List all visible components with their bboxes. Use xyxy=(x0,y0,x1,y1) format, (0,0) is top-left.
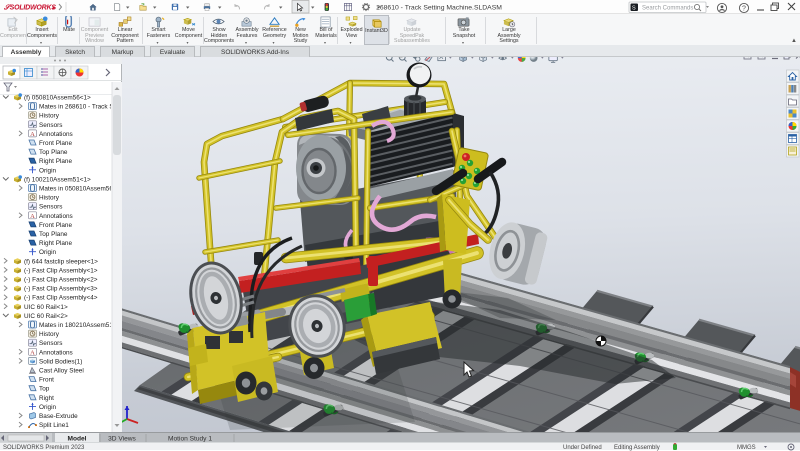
svg-text:UIC 60 Rail<2>: UIC 60 Rail<2> xyxy=(24,313,68,320)
svg-text:Top: Top xyxy=(39,386,50,393)
svg-text:Front Plane: Front Plane xyxy=(39,222,72,229)
svg-text:Mates in 180210Assem51: Mates in 180210Assem51 xyxy=(39,322,113,329)
svg-text:History: History xyxy=(39,195,60,202)
svg-text:268610 - Track Setting Machine: 268610 - Track Setting Machine.SLDASM xyxy=(376,5,502,12)
svg-text:Solid Bodies(1): Solid Bodies(1) xyxy=(39,358,82,365)
svg-text:Base-Extrude: Base-Extrude xyxy=(39,413,78,420)
svg-text:Mates in 268610 - Track Settin: Mates in 268610 - Track Setting Ma xyxy=(39,104,122,111)
svg-text:Origin: Origin xyxy=(39,404,56,411)
svg-text:𝒮 SOLIDWORKS: 𝒮 SOLIDWORKS xyxy=(3,4,56,12)
svg-text:Annotations: Annotations xyxy=(39,131,73,138)
svg-text:Search Commands: Search Commands xyxy=(642,5,693,11)
svg-text:⏵: ⏵ xyxy=(52,5,55,12)
svg-text:A: A xyxy=(30,349,35,356)
svg-text:Right Plane: Right Plane xyxy=(39,158,72,165)
svg-text:Origin: Origin xyxy=(39,249,56,256)
svg-text:(-) Fast Clip Assembly<4>: (-) Fast Clip Assembly<4> xyxy=(24,295,98,302)
svg-text:(f) 050810Assem56<1>: (f) 050810Assem56<1> xyxy=(24,95,91,102)
svg-text:SOLIDWORKS Premium 2023: SOLIDWORKS Premium 2023 xyxy=(3,445,85,451)
svg-text:MMGS: MMGS xyxy=(737,445,756,451)
svg-text:(-) Fast Clip Assembly<1>: (-) Fast Clip Assembly<1> xyxy=(24,267,98,274)
svg-text:(-) Fast Clip Assembly<2>: (-) Fast Clip Assembly<2> xyxy=(24,277,98,284)
svg-text:Sensors: Sensors xyxy=(39,204,62,211)
svg-text:Cast Alloy Steel: Cast Alloy Steel xyxy=(39,368,84,375)
svg-text:Front Plane: Front Plane xyxy=(39,140,72,147)
svg-text:Annotations: Annotations xyxy=(39,213,73,220)
svg-text:Right Plane: Right Plane xyxy=(39,240,72,247)
svg-text:Front: Front xyxy=(39,377,54,384)
svg-text:A: A xyxy=(30,131,35,138)
svg-text:?: ? xyxy=(742,5,746,12)
svg-text:Sensors: Sensors xyxy=(39,122,62,129)
svg-text:A: A xyxy=(30,213,35,220)
svg-text:Editing Assembly: Editing Assembly xyxy=(614,445,660,451)
svg-text:Top Plane: Top Plane xyxy=(39,149,68,156)
svg-text:Mates in 050810Assem56: Mates in 050810Assem56 xyxy=(39,186,113,193)
svg-text:Under Defined: Under Defined xyxy=(563,445,602,451)
svg-text:Split Line1: Split Line1 xyxy=(39,422,69,429)
svg-text:Annotations: Annotations xyxy=(39,349,73,356)
svg-text:(f) 100210Assem51<1>: (f) 100210Assem51<1> xyxy=(24,176,91,183)
svg-text:(f) 644 fastclip sleeper<1>: (f) 644 fastclip sleeper<1> xyxy=(24,258,98,265)
svg-text:UIC 60 Rail<1>: UIC 60 Rail<1> xyxy=(24,304,68,311)
svg-text:History: History xyxy=(39,331,60,338)
svg-text:Origin: Origin xyxy=(39,167,56,174)
svg-text:Right: Right xyxy=(39,395,54,402)
svg-text:Sensors: Sensors xyxy=(39,340,62,347)
svg-text:(-) Fast Clip Assembly<3>: (-) Fast Clip Assembly<3> xyxy=(24,286,98,293)
svg-text:History: History xyxy=(39,113,60,120)
svg-text:S: S xyxy=(632,5,636,11)
svg-text:Top Plane: Top Plane xyxy=(39,231,68,238)
